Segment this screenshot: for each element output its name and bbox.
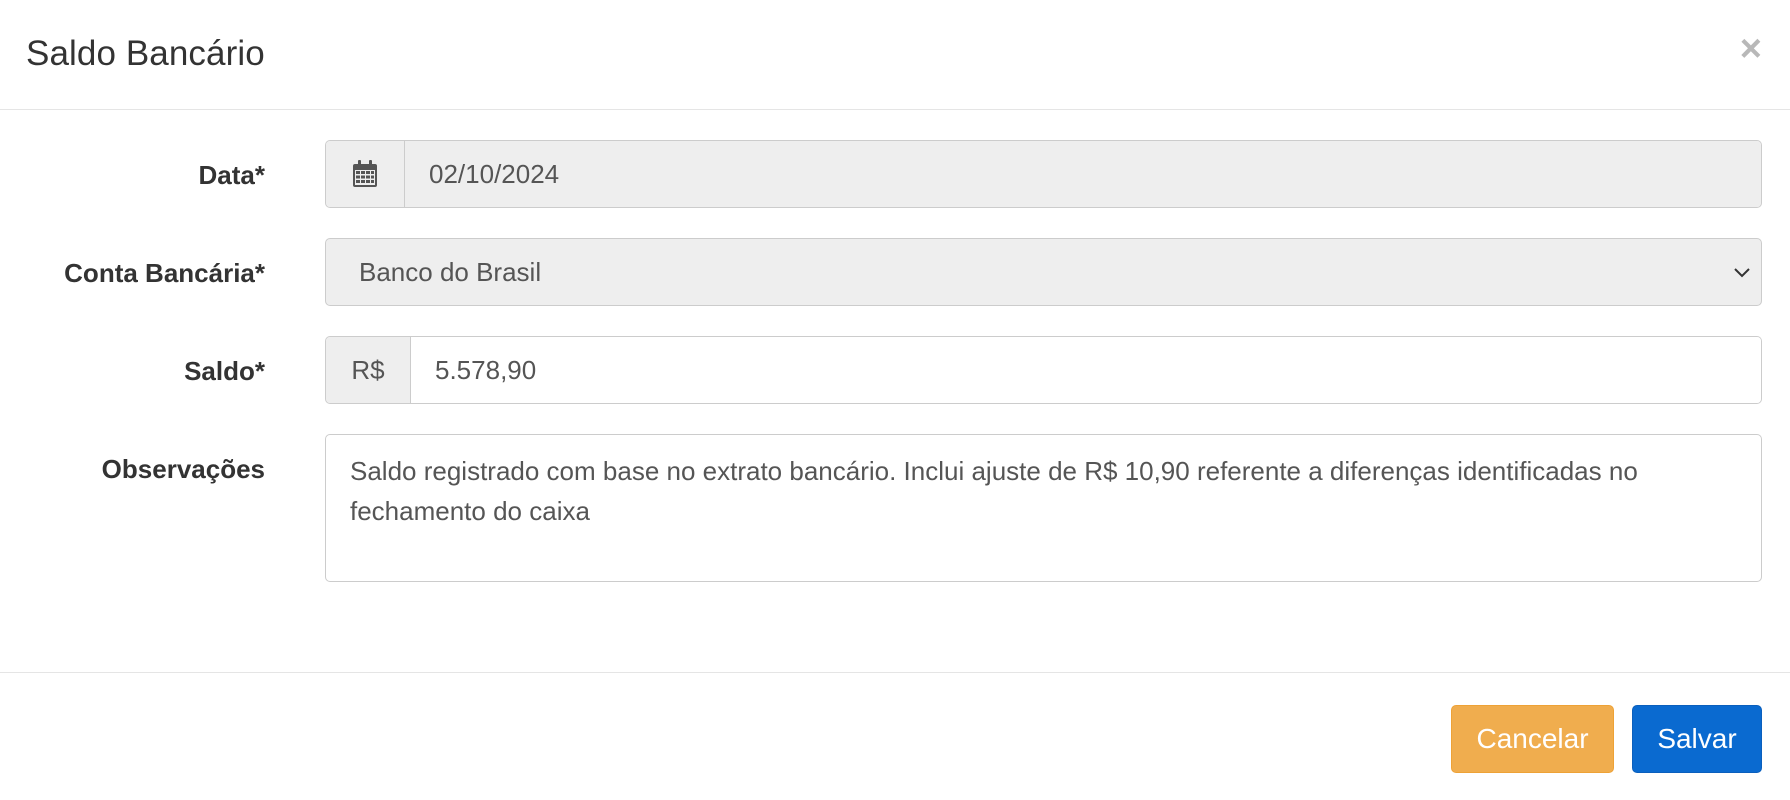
saldo-label: Saldo* (184, 356, 265, 386)
conta-label: Conta Bancária* (64, 258, 265, 288)
conta-selected-value: Banco do Brasil (359, 256, 542, 287)
conta-bancaria-select[interactable]: Banco do Brasil (325, 238, 1762, 306)
close-icon[interactable]: × (1740, 30, 1762, 68)
observacoes-label: Observações (101, 454, 265, 484)
cancel-button[interactable]: Cancelar (1451, 705, 1614, 773)
saldo-bancario-modal: Saldo Bancário × Data* 02/10/2024 Conta … (0, 0, 1790, 800)
modal-title: Saldo Bancário (26, 34, 265, 73)
saldo-input-group[interactable]: R$ 5.578,90 (325, 336, 1762, 404)
save-button[interactable]: Salvar (1632, 705, 1762, 773)
date-input[interactable]: 02/10/2024 (405, 141, 1761, 207)
date-input-group[interactable]: 02/10/2024 (325, 140, 1762, 208)
currency-addon: R$ (326, 337, 411, 403)
data-label: Data* (198, 160, 265, 190)
modal-footer: Cancelar Salvar (0, 672, 1790, 800)
modal-header: Saldo Bancário × (0, 0, 1790, 110)
saldo-input[interactable]: 5.578,90 (411, 337, 1761, 403)
chevron-down-icon (1734, 268, 1750, 278)
observacoes-textarea[interactable]: Saldo registrado com base no extrato ban… (325, 434, 1762, 582)
calendar-icon[interactable] (326, 141, 405, 207)
